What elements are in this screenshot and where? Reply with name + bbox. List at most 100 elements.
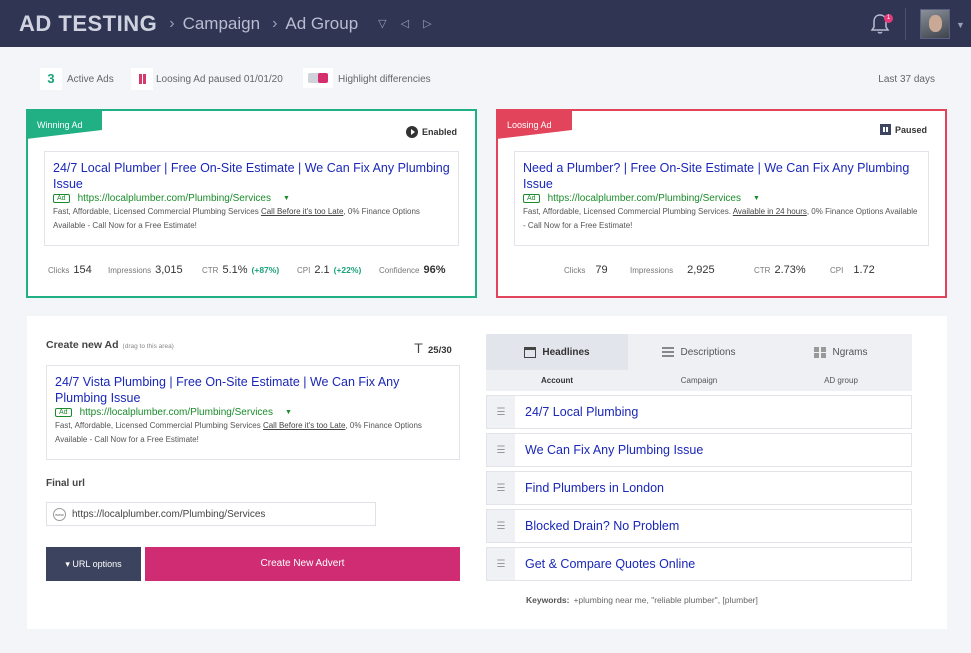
drag-handle-icon[interactable]: ☰ <box>487 396 515 428</box>
active-ads-label: Active Ads <box>67 74 114 85</box>
headline-text: 24/7 Local Plumbing <box>525 405 639 419</box>
metric-label: CTR <box>754 266 771 275</box>
tab-label: Headlines <box>542 346 590 358</box>
ad-url[interactable]: https://localplumber.com/Plumbing/Servic… <box>548 193 741 204</box>
losing-metrics: Clicks 79 Impressions 2,925 CTR 2.73% CPI 1.… <box>564 264 971 276</box>
desc-link: Call Before it's too Late <box>260 207 344 216</box>
desc-text: Fast, Affordable, Licensed Commercial Pl… <box>523 207 733 216</box>
pause-icon <box>131 68 153 90</box>
ad-headline[interactable]: 24/7 Local Plumber | Free On-Site Estima… <box>53 160 450 192</box>
highlight-toggle[interactable] <box>303 68 333 88</box>
losing-ribbon: Loosing Ad <box>496 109 572 139</box>
cpi-metric: CPI 1.72 <box>830 264 875 276</box>
metric-value: 79 <box>595 264 608 276</box>
caret-down-icon[interactable]: ▼ <box>285 409 292 416</box>
avatar-face <box>929 15 942 32</box>
drag-handle-icon[interactable]: ☰ <box>487 472 515 504</box>
ad-url-row: Ad https://localplumber.com/Plumbing/Ser… <box>53 193 450 204</box>
keywords-label: Keywords: <box>526 595 570 605</box>
metric-value: 2.73% <box>774 264 806 276</box>
metric-label: Impressions <box>630 266 674 275</box>
breadcrumb-campaign[interactable]: Campaign <box>183 14 261 34</box>
metric-value: 96% <box>423 264 446 276</box>
tab-headlines[interactable]: Headlines <box>486 334 628 370</box>
ad-url[interactable]: https://localplumber.com/Plumbing/Servic… <box>78 193 271 204</box>
list-item[interactable]: ☰ Find Plumbers in London <box>486 471 912 505</box>
ad-tag: Ad <box>55 408 72 417</box>
metric-value: 2.1 <box>314 264 330 276</box>
character-counter: Ｔ 25/30 <box>412 338 452 357</box>
ad-description: Fast, Affordable, Licensed Commercial Pl… <box>53 205 450 233</box>
enabled-status[interactable]: Enabled <box>405 126 457 138</box>
metric-label: Clicks <box>48 266 70 275</box>
list-item[interactable]: ☰ Get & Compare Quotes Online <box>486 547 912 581</box>
metric-label: CTR <box>202 266 219 275</box>
library-tabs: Headlines Descriptions Ngrams <box>486 334 912 370</box>
desc-text: Fast, Affordable, Licensed Commercial Pl… <box>55 421 263 430</box>
text-size-icon: Ｔ <box>412 341 426 356</box>
headline-icon <box>524 346 537 358</box>
top-bar: AD TESTING › Campaign › Ad Group ▽ ◁ ▷ <box>0 0 971 47</box>
metric-label: Impressions <box>108 266 152 275</box>
tab-label: Descriptions <box>680 346 736 358</box>
metric-value: 3,015 <box>155 264 183 276</box>
dropdown-icon[interactable]: ▽ <box>378 17 386 30</box>
scope-subtabs: Account Campaign AD group <box>486 370 912 391</box>
winning-metrics: Clicks 154 Impressions 3,015 CTR 5.1% (+87%)… <box>48 264 458 276</box>
url-options-button[interactable]: ▾ URL options <box>46 547 141 581</box>
metric-label: Clicks <box>564 266 586 275</box>
ad-url-row: Ad https://localplumber.com/Plumbing/Ser… <box>55 407 451 418</box>
list-item[interactable]: ☰ Blocked Drain? No Problem <box>486 509 912 543</box>
globe-icon: www <box>53 507 66 521</box>
brand-title: AD TESTING <box>19 10 158 36</box>
chevron-down-icon[interactable]: ▼ <box>956 20 965 30</box>
clicks-metric: Clicks 154 <box>48 264 108 276</box>
subtab-ad-group[interactable]: AD group <box>770 370 912 391</box>
list-item[interactable]: ☰ We Can Fix Any Plumbing Issue <box>486 433 912 467</box>
editor-panel: Create new Ad (drag to this area) Ｔ 25/30 … <box>27 316 947 629</box>
create-ad-title: Create new Ad (drag to this area) <box>46 339 174 351</box>
ad-tag: Ad <box>523 194 540 203</box>
caret-down-icon[interactable]: ▼ <box>283 195 290 202</box>
ctr-metric: CTR 2.73% <box>754 264 830 276</box>
drag-handle-icon[interactable]: ☰ <box>487 434 515 466</box>
list-item[interactable]: ☰ 24/7 Local Plumbing <box>486 395 912 429</box>
drag-handle-icon[interactable]: ☰ <box>487 548 515 580</box>
metric-value: 2,925 <box>687 264 715 276</box>
date-range[interactable]: Last 37 days <box>878 74 935 85</box>
ad-headline[interactable]: 24/7 Vista Plumbing | Free On-Site Estim… <box>55 374 451 406</box>
ad-headline[interactable]: Need a Plumber? | Free On-Site Estimate … <box>523 160 920 192</box>
ad-description: Fast, Affordable, Licensed Commercial Pl… <box>55 419 451 447</box>
final-url-value: https://localplumber.com/Plumbing/Servic… <box>72 508 266 520</box>
tab-descriptions[interactable]: Descriptions <box>628 334 770 370</box>
paused-status[interactable]: Paused <box>879 124 927 135</box>
keywords-line: Keywords: +plumbing near me, "reliable pl… <box>526 595 758 605</box>
impressions-metric: Impressions 3,015 <box>108 264 202 276</box>
breadcrumb-ad-group[interactable]: Ad Group <box>285 14 358 34</box>
winning-ad-card: Winning Ad Enabled 24/7 Local Plumber | … <box>26 109 477 298</box>
confidence-metric: Confidence 96% <box>379 264 446 276</box>
keywords-value: +plumbing near me, "reliable plumber", [… <box>573 595 758 605</box>
next-icon[interactable]: ▷ <box>423 17 431 30</box>
subtab-account[interactable]: Account <box>486 370 628 391</box>
caret-down-icon[interactable]: ▼ <box>753 195 760 202</box>
new-ad-dropzone[interactable]: 24/7 Vista Plumbing | Free On-Site Estim… <box>46 365 460 460</box>
impressions-metric: Impressions 2,925 <box>630 264 754 276</box>
ad-url[interactable]: https://localplumber.com/Plumbing/Servic… <box>80 407 273 418</box>
avatar[interactable] <box>920 9 950 39</box>
metric-delta: (+22%) <box>333 265 362 275</box>
desc-text: Fast, Affordable, Licensed Commercial Pl… <box>53 207 261 216</box>
notification-badge: 1 <box>884 14 893 23</box>
create-advert-button[interactable]: Create New Advert <box>145 547 460 581</box>
pause-icon <box>879 124 891 135</box>
tab-ngrams[interactable]: Ngrams <box>770 334 912 370</box>
ad-url-row: Ad https://localplumber.com/Plumbing/Ser… <box>523 193 920 204</box>
final-url-input[interactable]: www https://localplumber.com/Plumbing/Se… <box>46 502 376 526</box>
metric-label: Confidence <box>379 266 420 275</box>
prev-icon[interactable]: ◁ <box>401 17 409 30</box>
drag-handle-icon[interactable]: ☰ <box>487 510 515 542</box>
active-ads-count: 3 <box>40 68 62 90</box>
breadcrumb-separator: › <box>169 14 175 32</box>
subtab-campaign[interactable]: Campaign <box>628 370 770 391</box>
losing-ad-preview: Need a Plumber? | Free On-Site Estimate … <box>514 151 929 246</box>
